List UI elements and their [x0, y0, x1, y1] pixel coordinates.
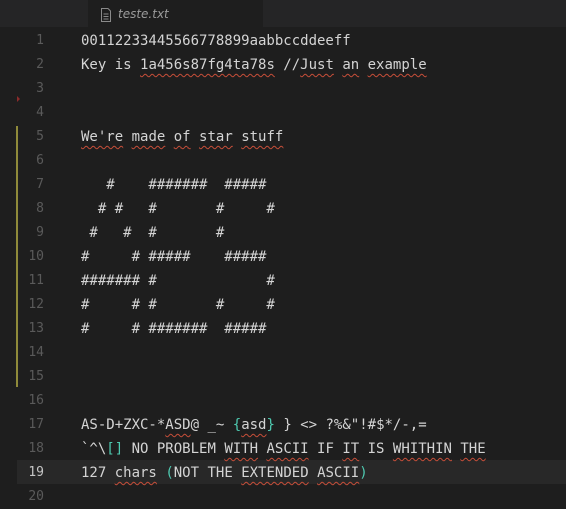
- misspelled-word: asd: [241, 417, 267, 433]
- line-number-10: 10: [28, 249, 44, 264]
- misspelled-word: EXTENDED: [241, 465, 309, 481]
- line-number-15: 15: [28, 369, 44, 384]
- text-token: AS-D+ZXC-*: [81, 417, 166, 433]
- text-token: is: [106, 57, 141, 73]
- bracket-token: {: [232, 417, 242, 433]
- text-token: # # # # #: [81, 297, 275, 313]
- text-token: IS: [359, 441, 393, 457]
- file-icon: [100, 7, 112, 22]
- line-number-12: 12: [28, 297, 44, 312]
- misspelled-word: IT: [342, 441, 360, 457]
- tab-bar: teste.txt: [0, 0, 566, 27]
- bracket-token: (: [165, 465, 174, 481]
- misspelled-word: stuff: [241, 129, 284, 145]
- text-token: ####### # #: [81, 273, 275, 289]
- text-token: 00112233445566778899aabbccddeeff: [81, 33, 351, 49]
- line-number-14: 14: [28, 345, 44, 360]
- text-token: # # # # #: [81, 201, 275, 217]
- text-token: # # ####### #####: [81, 321, 267, 337]
- misspelled-word: of: [173, 129, 191, 145]
- text-token: IF: [308, 441, 343, 457]
- line-number-7: 7: [36, 177, 44, 192]
- code-line-10[interactable]: # # ##### #####: [81, 245, 266, 269]
- line-number-9: 9: [36, 225, 44, 240]
- line-number-1: 1: [36, 33, 44, 48]
- line-number-16: 16: [28, 393, 44, 408]
- misspelled-word: example: [367, 57, 427, 73]
- misspelled-word: We're: [81, 129, 124, 145]
- misspelled-word: 1a456s87fg4ta78s: [140, 57, 275, 73]
- code-line-13[interactable]: # # ####### #####: [81, 317, 266, 341]
- code-line-17[interactable]: AS-D+ZXC-*ASD@ _~ {asd} } <> ?%&"!#$*/-,…: [81, 413, 427, 437]
- code-line-7[interactable]: # ####### #####: [81, 173, 266, 197]
- line-number-gutter: 1 2 3 4 5 6 7 8 9 10 11 12 13 14 15 16 17 18 19 20: [0, 27, 60, 509]
- bracket-token: []: [106, 441, 124, 457]
- line-number-3: 3: [36, 81, 44, 96]
- code-line-9[interactable]: # # # #: [81, 221, 224, 245]
- code-line-1[interactable]: 00112233445566778899aabbccddeeff: [81, 29, 351, 53]
- code-line-5[interactable]: We're made of star stuff: [81, 125, 283, 149]
- bracket-token: ): [359, 465, 368, 481]
- misspelled-word: an: [342, 57, 360, 73]
- text-token: # # ##### #####: [81, 249, 267, 265]
- text-token: Key: [81, 57, 107, 73]
- misspelled-word: WHITHIN: [392, 441, 452, 457]
- misspelled-word: ASCII: [317, 465, 360, 481]
- text-token: @ _~: [190, 417, 233, 433]
- code-line-8[interactable]: # # # # #: [81, 197, 275, 221]
- text-token: } <> ?%&"!#$*/-,=: [274, 417, 427, 433]
- text-token: # ####### #####: [81, 177, 267, 193]
- code-line-18[interactable]: `^\[] NO PROBLEM WITH ASCII IF IT IS WHI…: [81, 437, 486, 461]
- text-token: NOT THE: [173, 465, 242, 481]
- line-number-11: 11: [28, 273, 44, 288]
- text-token: `^\: [81, 441, 107, 457]
- code-line-12[interactable]: # # # # #: [81, 293, 275, 317]
- line-number-4: 4: [36, 105, 44, 120]
- line-number-19: 19: [28, 465, 44, 480]
- misspelled-word: star: [199, 129, 233, 145]
- line-number-13: 13: [28, 321, 44, 336]
- misspelled-word: ASCII: [266, 441, 309, 457]
- line-number-18: 18: [28, 441, 44, 456]
- text-token: NO PROBLEM: [123, 441, 225, 457]
- code-line-11[interactable]: ####### # #: [81, 269, 275, 293]
- line-number-6: 6: [36, 153, 44, 168]
- misspelled-word: Just: [300, 57, 334, 73]
- text-token: # # # #: [81, 225, 225, 241]
- text-token: //: [274, 57, 301, 73]
- text-token: 127: [81, 465, 115, 481]
- line-number-2: 2: [36, 57, 44, 72]
- misspelled-word: ASD: [165, 417, 191, 433]
- tab-filename: teste.txt: [118, 6, 169, 21]
- line-number-17: 17: [28, 417, 44, 432]
- code-line-2[interactable]: Key is 1a456s87fg4ta78s //Just an exampl…: [81, 53, 427, 77]
- line-number-8: 8: [36, 201, 44, 216]
- bracket-token: }: [266, 417, 275, 433]
- tab-teste-txt[interactable]: teste.txt: [88, 0, 263, 27]
- misspelled-word: THE: [460, 441, 486, 457]
- misspelled-word: WITH: [224, 441, 259, 457]
- line-number-5: 5: [36, 129, 44, 144]
- line-number-20: 20: [28, 489, 44, 504]
- misspelled-word: made: [131, 129, 166, 145]
- misspelled-word: chars: [114, 465, 157, 481]
- code-line-19[interactable]: 127 chars (NOT THE EXTENDED ASCII): [81, 461, 368, 485]
